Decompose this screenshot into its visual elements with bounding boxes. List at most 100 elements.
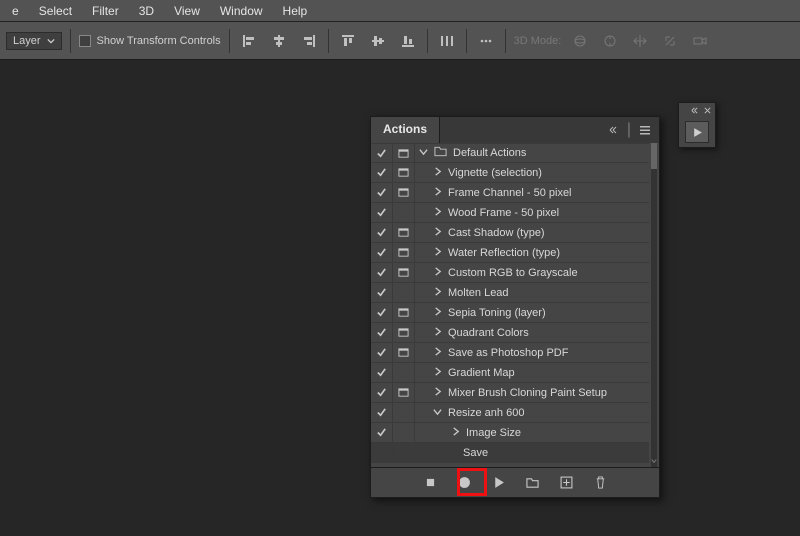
toggle-dialog[interactable] — [393, 343, 415, 362]
3d-roll-icon[interactable] — [599, 30, 621, 52]
toggle-dialog[interactable] — [393, 263, 415, 282]
disclosure-right-icon[interactable] — [433, 187, 442, 199]
scroll-down-arrow[interactable] — [651, 455, 657, 467]
new-set-button[interactable] — [523, 474, 541, 492]
action-row[interactable]: Vignette (selection) — [371, 163, 649, 183]
toggle-checkbox[interactable] — [371, 163, 393, 182]
3d-pan-icon[interactable] — [629, 30, 651, 52]
action-row[interactable]: Wood Frame - 50 pixel — [371, 203, 649, 223]
toggle-dialog[interactable] — [393, 283, 415, 302]
new-action-button[interactable] — [557, 474, 575, 492]
menu-item[interactable]: Help — [275, 2, 316, 20]
disclosure-right-icon[interactable] — [433, 327, 442, 339]
menu-item[interactable]: e — [4, 2, 27, 20]
toggle-checkbox[interactable] — [371, 263, 393, 282]
action-row[interactable]: Mixer Brush Cloning Paint Setup — [371, 383, 649, 403]
scrollbar-thumb[interactable] — [651, 143, 657, 169]
toggle-checkbox[interactable] — [371, 283, 393, 302]
align-horizontal-centers-icon[interactable] — [268, 30, 290, 52]
action-row[interactable]: Molten Lead — [371, 283, 649, 303]
align-right-edges-icon[interactable] — [298, 30, 320, 52]
toggle-checkbox[interactable] — [371, 403, 393, 422]
play-button[interactable] — [685, 121, 709, 143]
3d-orbit-icon[interactable] — [569, 30, 591, 52]
disclosure-right-icon[interactable] — [433, 287, 442, 299]
toggle-dialog[interactable] — [393, 183, 415, 202]
toggle-dialog[interactable] — [393, 423, 415, 442]
disclosure-right-icon[interactable] — [433, 307, 442, 319]
action-row[interactable]: Sepia Toning (layer) — [371, 303, 649, 323]
toggle-dialog[interactable] — [393, 443, 415, 462]
actions-tab[interactable]: Actions — [371, 117, 440, 143]
toggle-dialog[interactable] — [393, 243, 415, 262]
toggle-checkbox[interactable] — [371, 303, 393, 322]
toggle-dialog[interactable] — [393, 203, 415, 222]
action-row[interactable]: Image Size — [371, 423, 649, 443]
menu-item[interactable]: Window — [212, 2, 271, 20]
play-button[interactable] — [489, 474, 507, 492]
toggle-checkbox[interactable] — [371, 423, 393, 442]
action-row[interactable]: Quadrant Colors — [371, 323, 649, 343]
menu-item[interactable]: Select — [31, 2, 80, 20]
toggle-dialog[interactable] — [393, 383, 415, 402]
toggle-checkbox[interactable] — [371, 203, 393, 222]
toggle-checkbox[interactable] — [371, 183, 393, 202]
align-bottom-edges-icon[interactable] — [397, 30, 419, 52]
distribute-icon[interactable] — [436, 30, 458, 52]
toggle-dialog[interactable] — [393, 323, 415, 342]
action-row[interactable]: Water Reflection (type) — [371, 243, 649, 263]
collapse-icon[interactable] — [607, 124, 619, 136]
toggle-dialog[interactable] — [393, 363, 415, 382]
more-options-icon[interactable] — [475, 30, 497, 52]
action-row[interactable]: Save as Photoshop PDF — [371, 343, 649, 363]
toggle-dialog[interactable] — [393, 403, 415, 422]
action-row[interactable]: Resize anh 600 — [371, 403, 649, 423]
action-row[interactable]: Custom RGB to Grayscale — [371, 263, 649, 283]
action-row[interactable]: Frame Channel - 50 pixel — [371, 183, 649, 203]
toggle-checkbox[interactable] — [371, 343, 393, 362]
disclosure-right-icon[interactable] — [433, 207, 442, 219]
action-row[interactable]: Default Actions — [371, 143, 649, 163]
disclosure-right-icon[interactable] — [433, 387, 442, 399]
show-transform-controls-checkbox[interactable]: Show Transform Controls — [79, 35, 221, 47]
toggle-dialog[interactable] — [393, 163, 415, 182]
menu-item[interactable]: Filter — [84, 2, 127, 20]
disclosure-down-icon[interactable] — [419, 147, 428, 159]
disclosure-right-icon[interactable] — [433, 247, 442, 259]
panel-menu-icon[interactable] — [639, 124, 651, 136]
align-top-edges-icon[interactable] — [337, 30, 359, 52]
collapse-icon[interactable] — [690, 106, 699, 115]
toggle-checkbox[interactable] — [371, 144, 393, 162]
toggle-checkbox[interactable] — [371, 243, 393, 262]
disclosure-right-icon[interactable] — [433, 347, 442, 359]
scrollbar[interactable] — [651, 143, 657, 467]
align-left-edges-icon[interactable] — [238, 30, 260, 52]
toggle-checkbox[interactable] — [371, 383, 393, 402]
disclosure-right-icon[interactable] — [433, 167, 442, 179]
disclosure-right-icon[interactable] — [433, 267, 442, 279]
toggle-dialog[interactable] — [393, 223, 415, 242]
menu-item[interactable]: 3D — [131, 2, 162, 20]
toggle-checkbox[interactable] — [371, 323, 393, 342]
toggle-checkbox[interactable] — [371, 363, 393, 382]
action-row[interactable]: Gradient Map — [371, 363, 649, 383]
3d-camera-icon[interactable] — [689, 30, 711, 52]
action-row[interactable]: Save — [371, 443, 649, 463]
record-button[interactable] — [455, 474, 473, 492]
toggle-dialog[interactable] — [393, 144, 415, 162]
disclosure-right-icon[interactable] — [451, 427, 460, 439]
disclosure-right-icon[interactable] — [433, 227, 442, 239]
toggle-dialog[interactable] — [393, 303, 415, 322]
delete-button[interactable] — [591, 474, 609, 492]
disclosure-right-icon[interactable] — [433, 367, 442, 379]
3d-slide-icon[interactable] — [659, 30, 681, 52]
toggle-checkbox[interactable] — [371, 223, 393, 242]
action-row[interactable]: Cast Shadow (type) — [371, 223, 649, 243]
layer-dropdown[interactable]: Layer — [6, 32, 62, 50]
disclosure-down-icon[interactable] — [433, 407, 442, 419]
menu-item[interactable]: View — [166, 2, 208, 20]
close-icon[interactable] — [703, 106, 712, 115]
toggle-checkbox[interactable] — [371, 443, 393, 462]
align-vertical-centers-icon[interactable] — [367, 30, 389, 52]
stop-button[interactable] — [421, 474, 439, 492]
